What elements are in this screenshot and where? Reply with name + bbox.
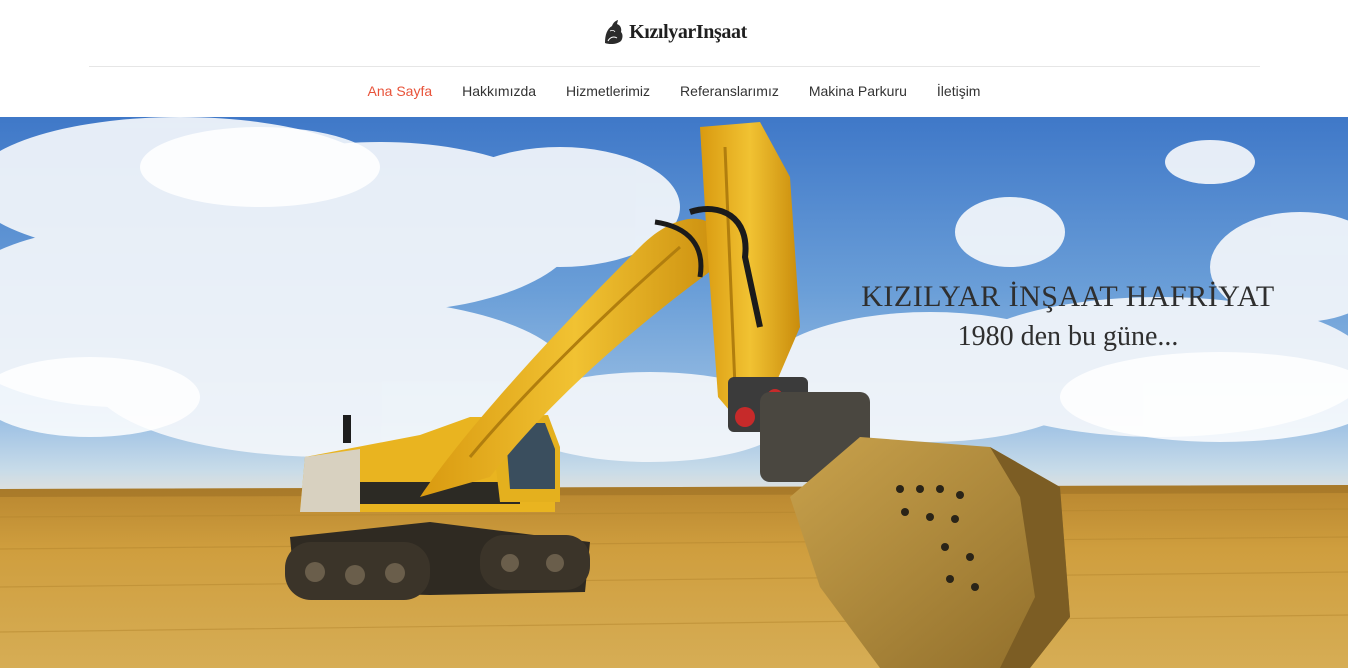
nav-item-hakkimizda[interactable]: Hakkımızda [462, 80, 536, 102]
horse-emblem-icon [605, 20, 623, 45]
hero-image [0, 117, 1348, 668]
hero-caption: KIZILYAR İNŞAAT HAFRİYAT 1980 den bu gün… [838, 277, 1298, 357]
nav-item-referanslarimiz[interactable]: Referanslarımız [680, 80, 779, 102]
hero-banner: KIZILYAR İNŞAAT HAFRİYAT 1980 den bu gün… [0, 117, 1348, 668]
nav-item-makina-parkuru[interactable]: Makina Parkuru [809, 80, 907, 102]
hero-title: KIZILYAR İNŞAAT HAFRİYAT [861, 280, 1275, 313]
nav-item-iletisim[interactable]: İletişim [937, 80, 981, 102]
logo-text: KızılyarInşaat [629, 20, 747, 43]
nav-item-hizmetlerimiz[interactable]: Hizmetlerimiz [566, 80, 650, 102]
hero-subtitle: 1980 den bu güne... [957, 321, 1179, 352]
header-divider [89, 66, 1260, 67]
logo-link[interactable]: KızılyarInşaat [0, 14, 1348, 50]
nav-item-ana-sayfa[interactable]: Ana Sayfa [368, 80, 433, 102]
main-nav: Ana Sayfa Hakkımızda Hizmetlerimiz Refer… [0, 80, 1348, 102]
site-header: KızılyarInşaat Ana Sayfa Hakkımızda Hizm… [0, 0, 1348, 117]
